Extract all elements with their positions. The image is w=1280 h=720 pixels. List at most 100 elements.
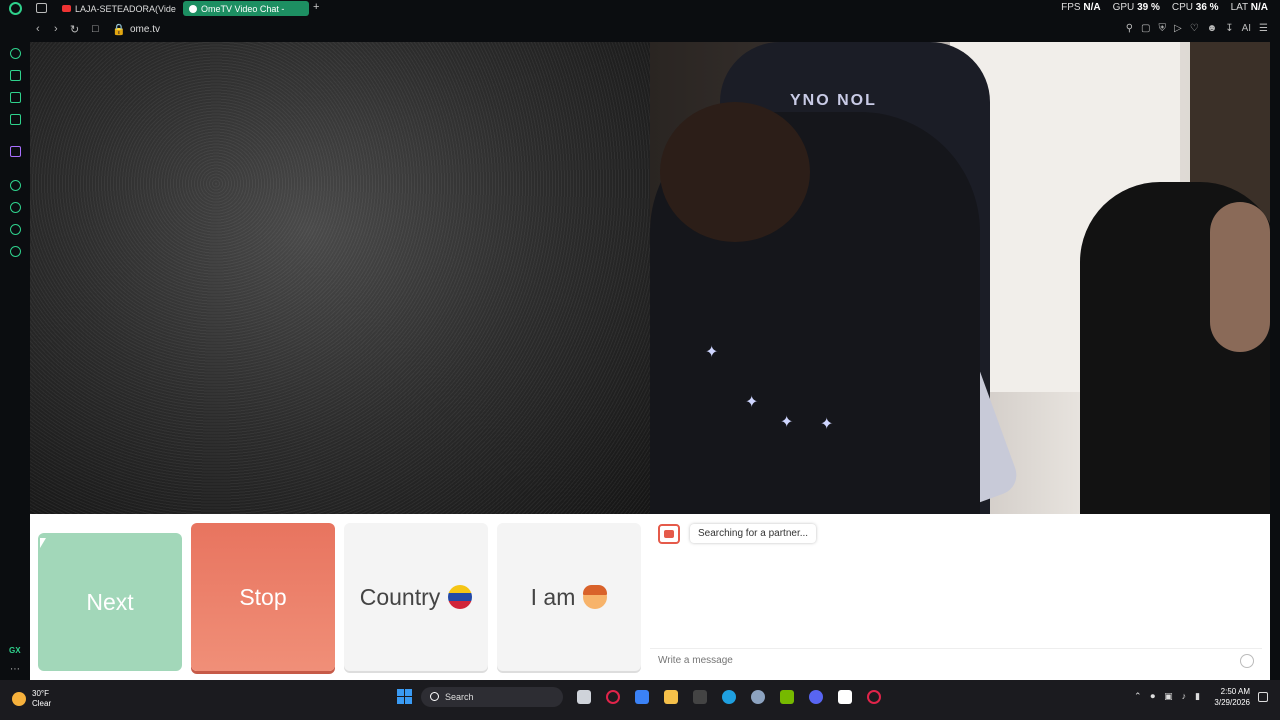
hoodie-star-icon: ✦	[820, 416, 834, 433]
search-label: Search	[445, 692, 474, 702]
speed-dial-icon[interactable]	[10, 48, 21, 59]
opera-icon[interactable]	[867, 690, 881, 704]
tab-ometv[interactable]: OmeTV Video Chat -	[183, 1, 309, 16]
gender-button[interactable]: I am	[497, 523, 641, 671]
new-tab-button[interactable]: +	[313, 1, 319, 13]
gx-corner-icon[interactable]	[10, 70, 21, 81]
boy-face-icon	[583, 585, 608, 609]
taskbar-search[interactable]: Search	[421, 687, 563, 707]
emoji-icon[interactable]	[1240, 654, 1254, 668]
youtube-icon	[62, 5, 71, 12]
clock[interactable]: 2:50 AM 3/29/2026	[1214, 686, 1250, 708]
search-icon	[430, 692, 439, 701]
temperature: 30°F	[32, 689, 49, 698]
ometv-logo-icon	[658, 524, 680, 544]
gpu-stat: GPU 39 %	[1112, 2, 1160, 13]
settings-icon[interactable]	[10, 246, 21, 257]
hoodie-star-icon: ✦	[705, 344, 719, 361]
heart-icon[interactable]: ♡	[1190, 23, 1199, 34]
tab-youtube[interactable]: LAJA-SETEADORA(Video	[56, 1, 176, 16]
next-button[interactable]: Next	[38, 533, 182, 671]
stop-button[interactable]: Stop	[191, 523, 335, 671]
shield-icon[interactable]: ⛨	[1158, 23, 1166, 34]
weather-widget[interactable]: 30°F Clear	[12, 689, 51, 709]
network-icon[interactable]: ▣	[1164, 691, 1173, 702]
gx-control-icon[interactable]	[10, 92, 21, 103]
forward-icon[interactable]: ›	[54, 23, 58, 35]
twitch-icon[interactable]	[10, 146, 21, 157]
profile-icon[interactable]: ☻	[1207, 23, 1218, 34]
country-label: Country	[359, 583, 441, 610]
stop-label: Stop	[239, 583, 287, 610]
chair-logo: YNO NOL	[790, 92, 877, 109]
tab-label: OmeTV Video Chat -	[201, 3, 285, 14]
discord-icon[interactable]	[809, 690, 823, 704]
browser-titlebar: LAJA-SETEADORA(Video OmeTV Video Chat - …	[0, 0, 1280, 17]
scrollbar[interactable]	[1270, 42, 1280, 680]
opera-gx-logo-icon[interactable]	[9, 2, 22, 15]
person-hair	[660, 102, 810, 242]
time: 2:50 AM	[1220, 687, 1250, 696]
chat-panel: Searching for a partner...	[650, 514, 1270, 680]
snapshot-icon[interactable]: ▢	[1141, 23, 1150, 34]
hoodie-star-icon: ✦	[780, 414, 794, 431]
chevron-up-icon[interactable]: ⌃	[1134, 691, 1142, 702]
mouse-cursor-icon	[40, 538, 46, 548]
lock-icon: 🔒	[112, 24, 126, 36]
toolbar-icons: ⚲ ▢ ⛨ ▷ ♡ ☻ ↧ AI ☰	[1126, 23, 1268, 34]
more-icon[interactable]: ⋯	[10, 664, 20, 675]
partner-video	[30, 42, 650, 514]
address-bar: ‹ › ↻ □ 🔒 ome.tv ⚲ ▢ ⛨ ▷ ♡ ☻ ↧ AI ☰	[0, 17, 1280, 42]
url-text[interactable]: ome.tv	[130, 24, 160, 35]
iam-label: I am	[530, 583, 576, 610]
edge-icon[interactable]	[722, 690, 736, 704]
windows-taskbar: 30°F Clear Search ⌃ ⏺ ▣ ♪ ▮ 2:50 AM 3/29…	[0, 680, 1280, 720]
country-button[interactable]: Country	[344, 523, 488, 671]
workspace-icon[interactable]	[36, 3, 47, 13]
moon-icon	[12, 692, 26, 706]
messenger-icon[interactable]	[10, 114, 21, 125]
play-icon[interactable]: ▷	[1174, 23, 1182, 34]
ai-label[interactable]: AI	[1242, 23, 1251, 34]
notification-icon[interactable]	[1258, 692, 1268, 702]
store-icon[interactable]	[635, 690, 649, 704]
settings-gear-icon[interactable]	[751, 690, 765, 704]
opera-gx-taskbar-icon[interactable]	[606, 690, 620, 704]
next-label: Next	[86, 588, 134, 615]
self-video: YNO NOL ✦ ✦ ✦ ✦	[650, 42, 1270, 514]
volume-icon[interactable]: ♪	[1182, 691, 1187, 702]
player-icon[interactable]	[10, 180, 21, 191]
download-icon[interactable]: ↧	[1225, 23, 1233, 34]
hoodie-star-icon: ✦	[745, 394, 759, 411]
battery-icon[interactable]: ▮	[1195, 691, 1200, 702]
ometv-tab-icon	[189, 4, 197, 13]
gx-stats: FPS N/A GPU 39 % CPU 36 % LAT N/A	[1061, 2, 1268, 13]
browser-sidebar: GX ⋯	[0, 42, 30, 680]
date: 3/29/2026	[1214, 698, 1250, 707]
person-face	[1210, 202, 1270, 352]
system-tray: ⌃ ⏺ ▣ ♪ ▮	[1134, 691, 1200, 702]
audio-app-icon[interactable]	[838, 690, 852, 704]
extensions-icon[interactable]	[10, 224, 21, 235]
menu-icon[interactable]: ☰	[1259, 23, 1268, 34]
pin-icon[interactable]: ⚲	[1126, 23, 1133, 34]
back-icon[interactable]: ‹	[36, 23, 40, 35]
message-input[interactable]	[650, 648, 1262, 672]
app-icon[interactable]	[693, 690, 707, 704]
history-icon[interactable]	[10, 202, 21, 213]
nvidia-icon[interactable]	[780, 690, 794, 704]
gx-label: GX	[9, 646, 21, 655]
fps-stat: FPS N/A	[1061, 2, 1101, 13]
status-message: Searching for a partner...	[690, 524, 817, 543]
camera-icon[interactable]: □	[92, 23, 99, 35]
windows-start-icon[interactable]	[397, 689, 412, 704]
venezuela-flag-icon	[448, 585, 473, 609]
cpu-stat: CPU 36 %	[1171, 2, 1219, 13]
tab-label: LAJA-SETEADORA(Video	[75, 3, 176, 14]
reload-icon[interactable]: ↻	[70, 23, 79, 36]
file-explorer-icon[interactable]	[664, 690, 678, 704]
task-view-icon[interactable]	[577, 690, 591, 704]
weather-condition: Clear	[32, 699, 52, 708]
microphone-icon[interactable]: ⏺	[1151, 691, 1156, 702]
lat-stat: LAT N/A	[1230, 2, 1268, 13]
